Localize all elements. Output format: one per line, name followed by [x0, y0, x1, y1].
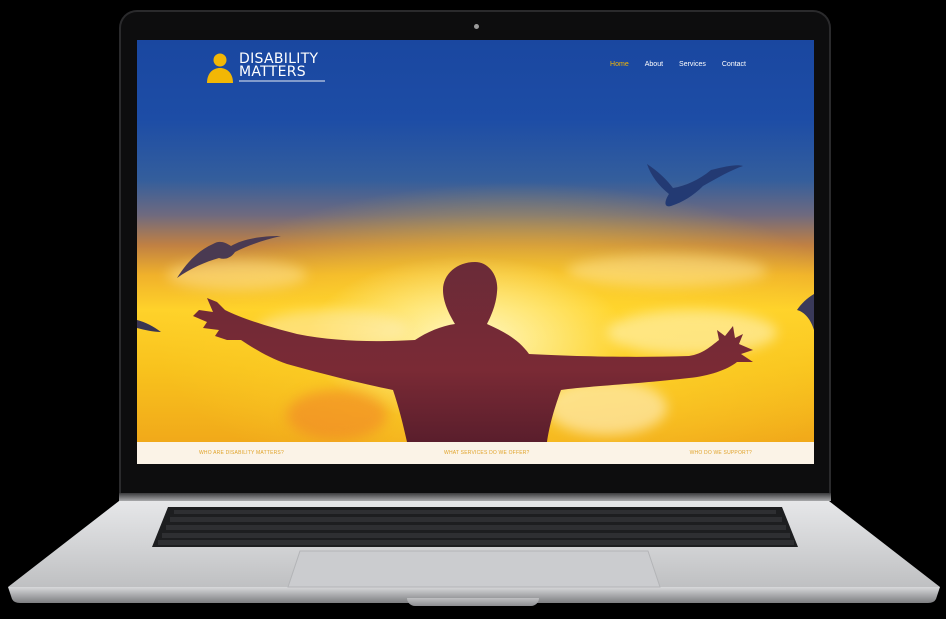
bird-icon [137, 320, 161, 332]
hero-illustration [137, 164, 814, 442]
website-screen: DISABILITY MATTERS Home About Services C… [137, 40, 814, 464]
link-who-we-support[interactable]: WHO DO WE SUPPORT? [690, 450, 752, 456]
nav-item-about[interactable]: About [645, 61, 663, 68]
bird-icon [177, 236, 281, 278]
laptop-front-notch [407, 598, 539, 606]
bird-icon [797, 294, 814, 330]
laptop-mockup: DISABILITY MATTERS Home About Services C… [0, 0, 946, 619]
nav-item-home[interactable]: Home [610, 61, 629, 68]
logo-tagline [239, 80, 325, 82]
webcam-icon [474, 24, 479, 29]
laptop-base [8, 501, 940, 603]
link-services-offered[interactable]: WHAT SERVICES DO WE OFFER? [444, 450, 530, 456]
link-who-are-we[interactable]: WHO ARE DISABILITY MATTERS? [199, 450, 284, 456]
feature-links-strip: WHO ARE DISABILITY MATTERS? WHAT SERVICE… [137, 442, 814, 464]
nav-item-contact[interactable]: Contact [722, 61, 746, 68]
person-icon [207, 53, 233, 83]
nav-item-services[interactable]: Services [679, 61, 706, 68]
site-logo[interactable]: DISABILITY MATTERS [205, 50, 335, 86]
person-silhouette [193, 262, 753, 442]
bird-icon [647, 164, 743, 207]
trackpad [287, 550, 661, 588]
main-navigation: Home About Services Contact [610, 61, 746, 68]
logo-title-line2: MATTERS [239, 64, 306, 80]
